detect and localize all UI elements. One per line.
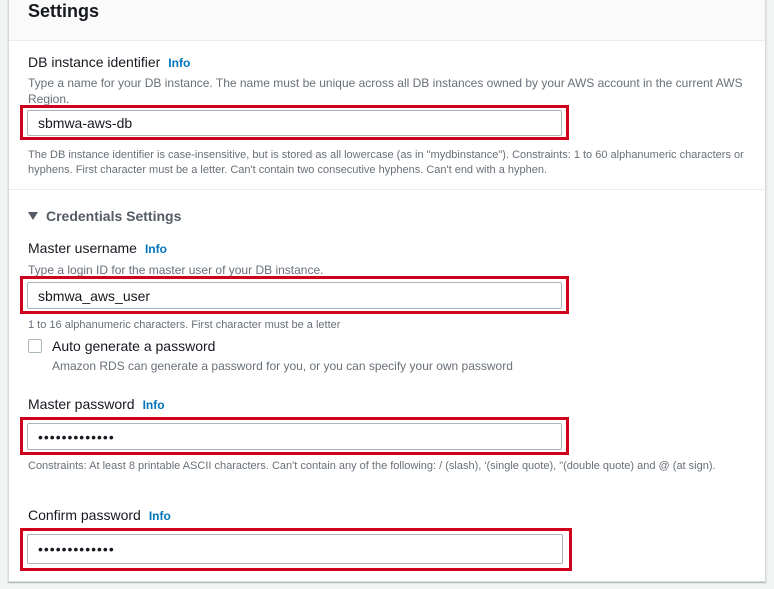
confirm-password-label: Confirm password [28,507,141,523]
db-identifier-description: Type a name for your DB instance. The na… [28,76,743,106]
db-identifier-input[interactable] [27,110,562,136]
master-password-label: Master password [28,396,135,412]
settings-panel: Settings DB instance identifier Info Type… [8,0,766,582]
master-username-info-link[interactable]: Info [145,242,167,256]
confirm-password-input[interactable] [27,534,563,564]
auto-generate-label[interactable]: Auto generate a password [52,338,215,354]
page-title: Settings [28,1,100,21]
master-password-constraint: Constraints: At least 8 printable ASCII … [28,460,716,472]
master-username-constraint: 1 to 16 alphanumeric characters. First c… [28,319,341,331]
master-username-input[interactable] [27,282,562,309]
auto-generate-description: Amazon RDS can generate a password for y… [52,359,513,373]
db-identifier-info-link[interactable]: Info [168,56,190,70]
db-identifier-constraint: The DB instance identifier is case-insen… [28,149,744,176]
master-username-label: Master username [28,240,137,256]
credentials-section-toggle[interactable]: Credentials Settings [28,208,181,224]
confirm-password-info-link[interactable]: Info [149,509,171,523]
auto-generate-checkbox[interactable] [28,339,42,353]
caret-down-icon [28,212,38,220]
section-divider [9,189,765,190]
db-identifier-label: DB instance identifier [28,54,161,70]
db-identifier-label-row: DB instance identifier Info [28,54,190,70]
confirm-password-label-row: Confirm password Info [28,507,171,523]
settings-header: Settings [9,0,765,41]
master-password-input[interactable] [27,423,562,450]
master-username-label-row: Master username Info [28,240,167,256]
master-password-info-link[interactable]: Info [143,398,165,412]
credentials-section-title: Credentials Settings [46,208,182,224]
master-password-label-row: Master password Info [28,396,165,412]
